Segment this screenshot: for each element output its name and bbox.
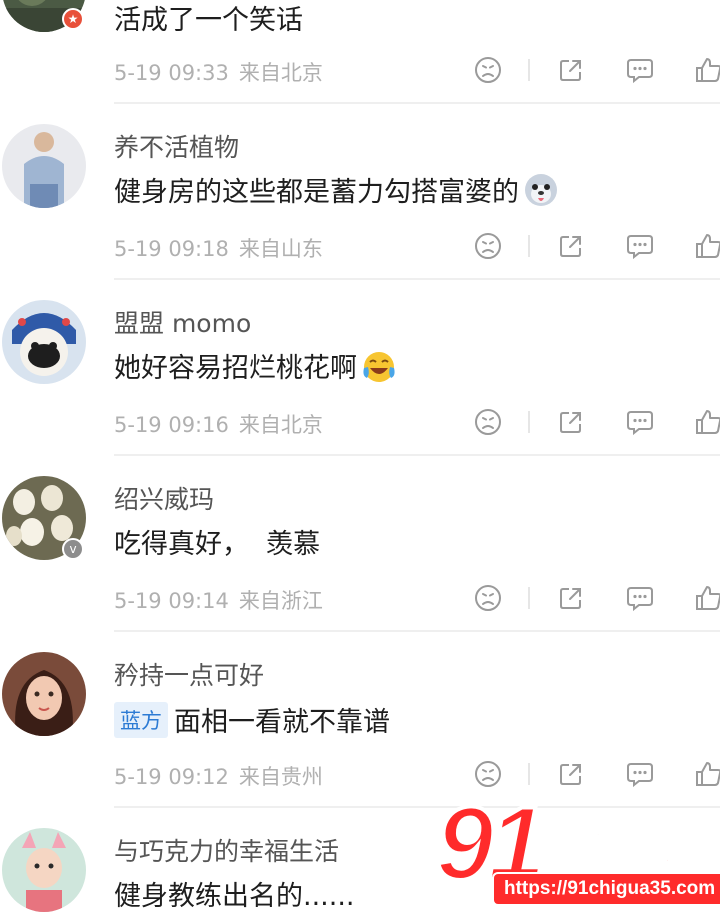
comment-location: 来自北京 [238, 61, 323, 85]
username[interactable]: 与巧克力的幸福生活 [114, 832, 339, 868]
comment-location: 来自贵州 [238, 765, 323, 789]
action-separator [528, 763, 530, 785]
comment-text: 健身教练出名的...... [114, 881, 355, 912]
comment-divider [114, 278, 720, 280]
comment-text: 蓝方 面相一看就不靠谱 [114, 700, 390, 739]
site-watermark: 91 吃瓜中心 https://91chigua35.com [434, 790, 720, 916]
username[interactable]: 绍兴威玛 [114, 480, 214, 516]
comment-location: 来自山东 [238, 237, 323, 261]
comment-date: 5-19 09:33 [114, 61, 229, 85]
team-tag: 蓝方 [114, 701, 168, 738]
avatar[interactable] [2, 828, 86, 912]
thumbs-up-icon[interactable] [693, 407, 720, 437]
reply-comment-icon[interactable] [625, 55, 655, 85]
comment-text-body: 健身房的这些都是蓄力勾搭富婆的 [114, 177, 519, 208]
thumbs-up-icon[interactable] [693, 231, 720, 261]
username[interactable]: 矜持一点可好 [114, 656, 264, 692]
comment-text: 健身房的这些都是蓄力勾搭富婆的 [114, 170, 559, 209]
action-separator [528, 235, 530, 257]
share-icon[interactable] [556, 231, 586, 261]
comment-text-body: 面相一看就不靠谱 [174, 707, 390, 738]
comment-meta: 5-19 09:12 来自贵州 [114, 761, 323, 791]
comment-date: 5-19 09:12 [114, 765, 229, 789]
laugh-cry-emoji [361, 348, 397, 384]
dog-face-emoji [523, 172, 559, 208]
comment-meta: 5-19 09:14 来自浙江 [114, 585, 323, 615]
thumbs-up-icon[interactable] [693, 55, 720, 85]
reply-comment-icon[interactable] [625, 759, 655, 789]
thumbs-up-icon[interactable] [693, 759, 720, 789]
comment-meta: 5-19 09:18 来自山东 [114, 233, 323, 263]
share-icon[interactable] [556, 55, 586, 85]
comment-location: 来自浙江 [238, 589, 323, 613]
reply-comment-icon[interactable] [625, 583, 655, 613]
dislike-face-icon[interactable] [473, 583, 503, 613]
dislike-face-icon[interactable] [473, 407, 503, 437]
comment-text: 她好容易招烂桃花啊 [114, 346, 397, 385]
avatar[interactable] [2, 300, 86, 384]
comment-location: 来自北京 [238, 413, 323, 437]
comment-text-body: 她好容易招烂桃花啊 [114, 353, 357, 384]
username[interactable]: 盟盟 momo [114, 304, 251, 340]
comment-divider [114, 630, 720, 632]
watermark-url: https://91chigua35.com [492, 872, 720, 906]
watermark-name: 吃瓜中心 [539, 824, 693, 870]
comment-date: 5-19 09:18 [114, 237, 229, 261]
action-separator [528, 587, 530, 609]
reply-comment-icon[interactable] [625, 407, 655, 437]
comment-text: 活成了一个笑话 [114, 5, 303, 36]
thumbs-up-icon[interactable] [693, 583, 720, 613]
comment-meta: 5-19 09:16 来自北京 [114, 409, 323, 439]
comment-meta: 5-19 09:33 来自北京 [114, 57, 323, 87]
action-separator [528, 59, 530, 81]
comment-date: 5-19 09:16 [114, 413, 229, 437]
dislike-face-icon[interactable] [473, 759, 503, 789]
comment-divider [114, 454, 720, 456]
dislike-face-icon[interactable] [473, 231, 503, 261]
share-icon[interactable] [556, 759, 586, 789]
comment-divider [114, 102, 720, 104]
red-star-badge: ★ [62, 8, 84, 30]
comment-date: 5-19 09:14 [114, 589, 229, 613]
avatar[interactable] [2, 652, 86, 736]
username[interactable]: 养不活植物 [114, 128, 239, 164]
dislike-face-icon[interactable] [473, 55, 503, 85]
comment-text: 吃得真好， 羡慕 [114, 529, 321, 560]
action-separator [528, 411, 530, 433]
verified-v-badge: v [62, 538, 84, 560]
share-icon[interactable] [556, 583, 586, 613]
share-icon[interactable] [556, 407, 586, 437]
reply-comment-icon[interactable] [625, 231, 655, 261]
avatar[interactable] [2, 124, 86, 208]
